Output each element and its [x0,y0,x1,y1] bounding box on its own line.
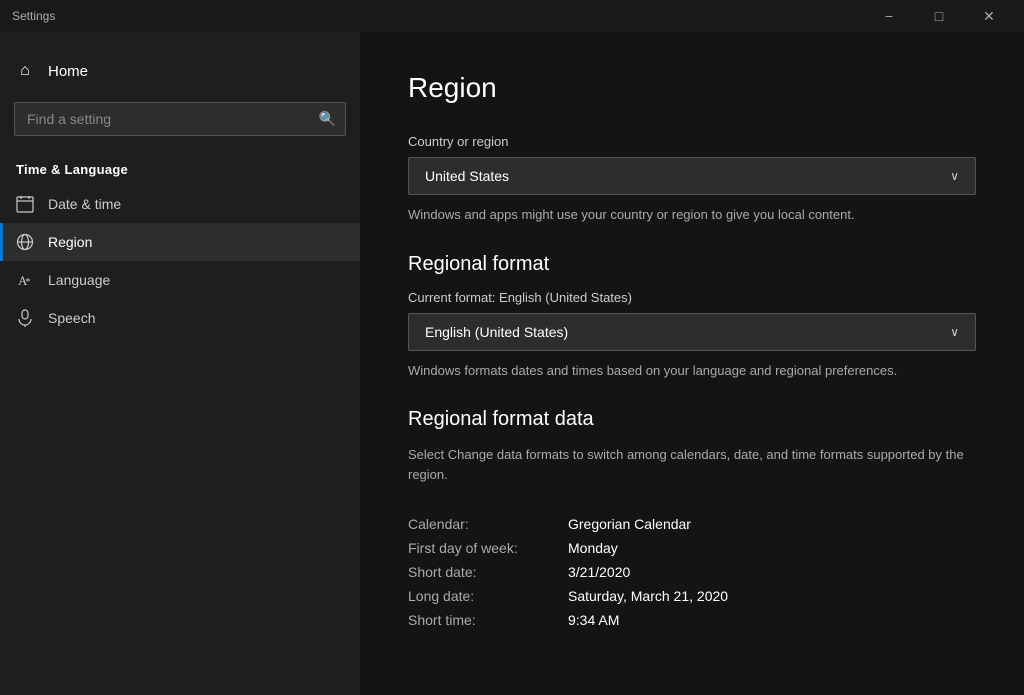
table-row: Short time: 9:34 AM [408,608,976,632]
sidebar-item-speech[interactable]: Speech [0,299,360,337]
home-icon: ⌂ [16,62,34,80]
app-title: Settings [12,9,55,23]
row-value: 3/21/2020 [568,564,630,580]
format-description: Windows formats dates and times based on… [408,361,976,381]
sidebar-item-date-time[interactable]: Date & time [0,185,360,223]
sidebar-item-region[interactable]: Region [0,223,360,261]
date-time-icon [16,195,34,213]
window-controls: − □ ✕ [866,0,1012,32]
sidebar-section-title: Time & Language [0,148,360,185]
table-row: Short date: 3/21/2020 [408,560,976,584]
regional-format-data-section: Regional format data Select Change data … [408,408,976,632]
table-row: Long date: Saturday, March 21, 2020 [408,584,976,608]
row-key: Short date: [408,564,568,580]
home-label: Home [48,63,88,80]
country-description: Windows and apps might use your country … [408,205,976,225]
row-value: Gregorian Calendar [568,516,691,532]
regional-format-data-description: Select Change data formats to switch amo… [408,445,976,484]
table-row: Calendar: Gregorian Calendar [408,512,976,536]
country-label: Country or region [408,134,976,149]
minimize-button[interactable]: − [866,0,912,32]
app-container: ⌂ Home 🔍 Time & Language Date & time [0,32,1024,695]
format-value: English (United States) [425,324,568,340]
country-dropdown[interactable]: United States ∨ [408,157,976,195]
title-bar: Settings − □ ✕ [0,0,1024,32]
row-key: Short time: [408,612,568,628]
country-section: Country or region United States ∨ Window… [408,134,976,225]
search-input[interactable] [14,102,346,136]
chevron-down-icon-format: ∨ [950,325,959,339]
sidebar-item-language[interactable]: A * Language [0,261,360,299]
row-key: Long date: [408,588,568,604]
content-area: Region Country or region United States ∨… [360,32,1024,695]
regional-format-data-heading: Regional format data [408,408,976,431]
table-row: First day of week: Monday [408,536,976,560]
row-value: 9:34 AM [568,612,619,628]
language-label: Language [48,272,110,288]
format-dropdown[interactable]: English (United States) ∨ [408,313,976,351]
restore-button[interactable]: □ [916,0,962,32]
sidebar-item-home[interactable]: ⌂ Home [0,52,360,90]
row-value: Monday [568,540,618,556]
search-box: 🔍 [14,102,346,136]
current-format-label: Current format: English (United States) [408,290,976,305]
country-value: United States [425,168,509,184]
chevron-down-icon: ∨ [950,169,959,183]
format-data-table: Calendar: Gregorian Calendar First day o… [408,512,976,632]
region-label: Region [48,234,92,250]
speech-label: Speech [48,310,95,326]
speech-icon [16,309,34,327]
close-button[interactable]: ✕ [966,0,1012,32]
row-value: Saturday, March 21, 2020 [568,588,728,604]
row-key: Calendar: [408,516,568,532]
page-title: Region [408,72,976,104]
regional-format-heading: Regional format [408,253,976,276]
region-icon [16,233,34,251]
row-key: First day of week: [408,540,568,556]
language-icon: A * [16,271,34,289]
search-icon: 🔍 [319,111,336,128]
sidebar: ⌂ Home 🔍 Time & Language Date & time [0,32,360,695]
regional-format-section: Regional format Current format: English … [408,253,976,381]
date-time-label: Date & time [48,196,121,212]
svg-text:*: * [25,277,30,288]
